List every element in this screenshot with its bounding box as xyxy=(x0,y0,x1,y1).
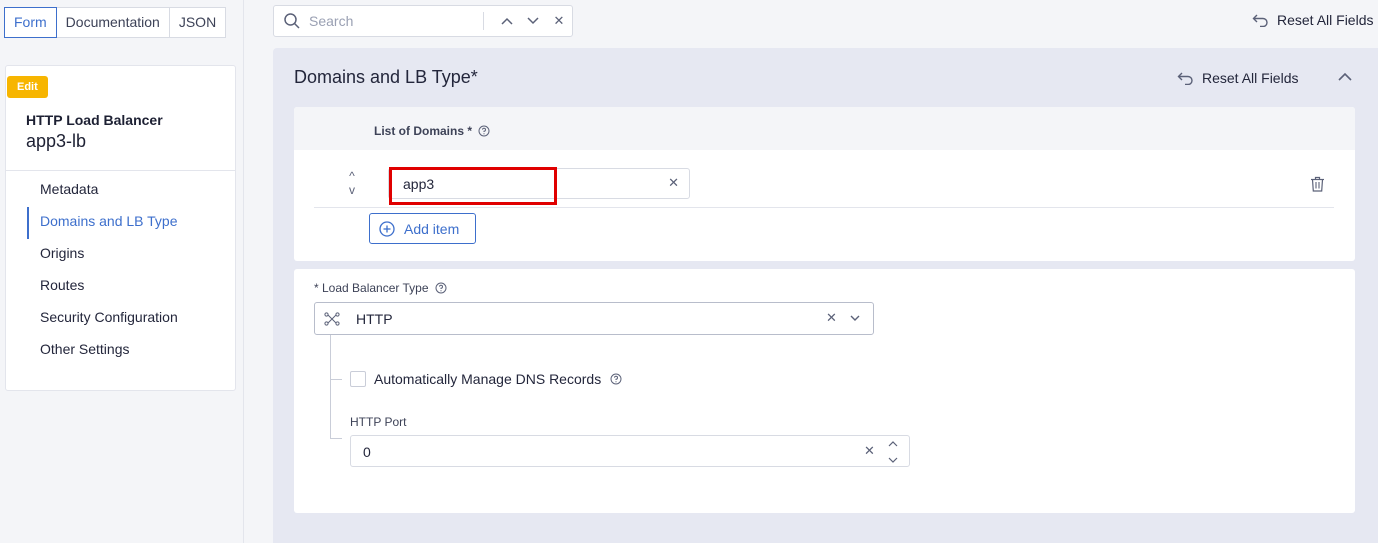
tab-documentation[interactable]: Documentation xyxy=(55,7,170,38)
plus-circle-icon xyxy=(379,220,395,237)
reset-all-fields-section-label: Reset All Fields xyxy=(1202,70,1299,86)
move-down-icon[interactable]: v xyxy=(346,183,358,197)
http-port-input[interactable]: 0 ✕ xyxy=(350,435,910,467)
lb-type-label: * Load Balancer Type xyxy=(314,281,447,295)
chevron-up-icon xyxy=(501,17,513,25)
row-divider xyxy=(314,207,1334,208)
http-port-clear-button[interactable]: ✕ xyxy=(864,443,875,459)
add-item-button[interactable]: Add item xyxy=(369,213,476,244)
http-port-stepper[interactable] xyxy=(887,438,899,470)
domains-card-header: List of Domains * xyxy=(294,107,1355,150)
question-circle-icon[interactable] xyxy=(478,125,490,137)
lb-type-card: * Load Balancer Type HTTP ✕ Automaticall… xyxy=(294,269,1355,513)
search-separator xyxy=(483,12,484,30)
search-prev-button[interactable] xyxy=(494,9,520,33)
highlight-annotation xyxy=(389,167,557,205)
search-input[interactable]: Search xyxy=(309,13,483,29)
dns-checkbox[interactable] xyxy=(350,371,366,387)
sidebar-item-domains-lb-type[interactable]: Domains and LB Type xyxy=(27,207,178,239)
move-up-icon[interactable]: ^ xyxy=(346,169,358,183)
dns-label: Automatically Manage DNS Records xyxy=(374,371,602,387)
lb-type-select[interactable]: HTTP ✕ xyxy=(314,302,874,335)
side-nav: Metadata Domains and LB Type Origins Rou… xyxy=(27,175,178,367)
http-port-label: HTTP Port xyxy=(350,415,407,429)
reorder-handle[interactable]: ^ v xyxy=(346,169,358,197)
tab-form[interactable]: Form xyxy=(4,7,57,38)
step-down-icon[interactable] xyxy=(887,454,899,470)
search-next-button[interactable] xyxy=(520,9,546,33)
lb-type-value: HTTP xyxy=(356,311,393,327)
main-section: Domains and LB Type* Reset All Fields Li… xyxy=(273,48,1378,543)
sidebar-item-security-configuration[interactable]: Security Configuration xyxy=(27,303,178,335)
step-up-icon[interactable] xyxy=(887,438,899,454)
chevron-down-icon xyxy=(527,17,539,25)
tree-connector-tick xyxy=(330,379,342,380)
http-port-value: 0 xyxy=(363,444,371,460)
lb-type-clear-button[interactable]: ✕ xyxy=(826,310,837,326)
tree-connector-tick xyxy=(330,438,342,439)
domain-clear-button[interactable]: ✕ xyxy=(668,175,679,191)
reset-all-fields-section-button[interactable]: Reset All Fields xyxy=(1177,70,1298,86)
chevron-up-icon[interactable] xyxy=(1337,70,1353,84)
list-of-domains-text: List of Domains * xyxy=(374,124,473,138)
reset-all-fields-top-button[interactable]: Reset All Fields xyxy=(1252,12,1373,28)
undo-arrow-icon xyxy=(1252,14,1268,27)
side-panel: Edit HTTP Load Balancer app3-lb Metadata… xyxy=(5,65,236,391)
sidebar-item-other-settings[interactable]: Other Settings xyxy=(27,335,178,367)
chevron-down-icon[interactable] xyxy=(850,314,860,322)
trash-icon[interactable] xyxy=(1310,176,1325,192)
domains-card: List of Domains * ^ v app3 ✕ Add item xyxy=(294,107,1355,261)
left-column: Form Documentation JSON Edit HTTP Load B… xyxy=(0,0,244,543)
view-tabs: Form Documentation JSON xyxy=(4,7,227,38)
add-item-label: Add item xyxy=(404,220,460,237)
question-circle-icon[interactable] xyxy=(435,282,447,294)
object-name: app3-lb xyxy=(26,131,87,151)
tab-json[interactable]: JSON xyxy=(168,7,227,38)
search-clear-button[interactable]: ✕ xyxy=(546,9,572,33)
search-bar[interactable]: Search ✕ xyxy=(273,5,573,37)
side-divider xyxy=(6,170,235,171)
sidebar-item-routes[interactable]: Routes xyxy=(27,271,178,303)
search-icon xyxy=(284,13,300,29)
question-circle-icon[interactable] xyxy=(610,373,622,385)
list-of-domains-label: List of Domains * xyxy=(374,124,490,138)
undo-arrow-icon xyxy=(1177,72,1193,85)
dns-option-row: Automatically Manage DNS Records xyxy=(350,371,622,387)
lb-type-label-text: * Load Balancer Type xyxy=(314,281,429,295)
sidebar-item-metadata[interactable]: Metadata xyxy=(27,175,178,207)
reset-all-fields-label: Reset All Fields xyxy=(1277,12,1374,28)
object-type: HTTP Load Balancer xyxy=(26,112,163,128)
edit-badge: Edit xyxy=(7,76,48,98)
sidebar-item-origins[interactable]: Origins xyxy=(27,239,178,271)
tree-connector xyxy=(330,335,331,439)
load-balancer-icon xyxy=(324,312,340,326)
section-title: Domains and LB Type* xyxy=(294,67,478,87)
